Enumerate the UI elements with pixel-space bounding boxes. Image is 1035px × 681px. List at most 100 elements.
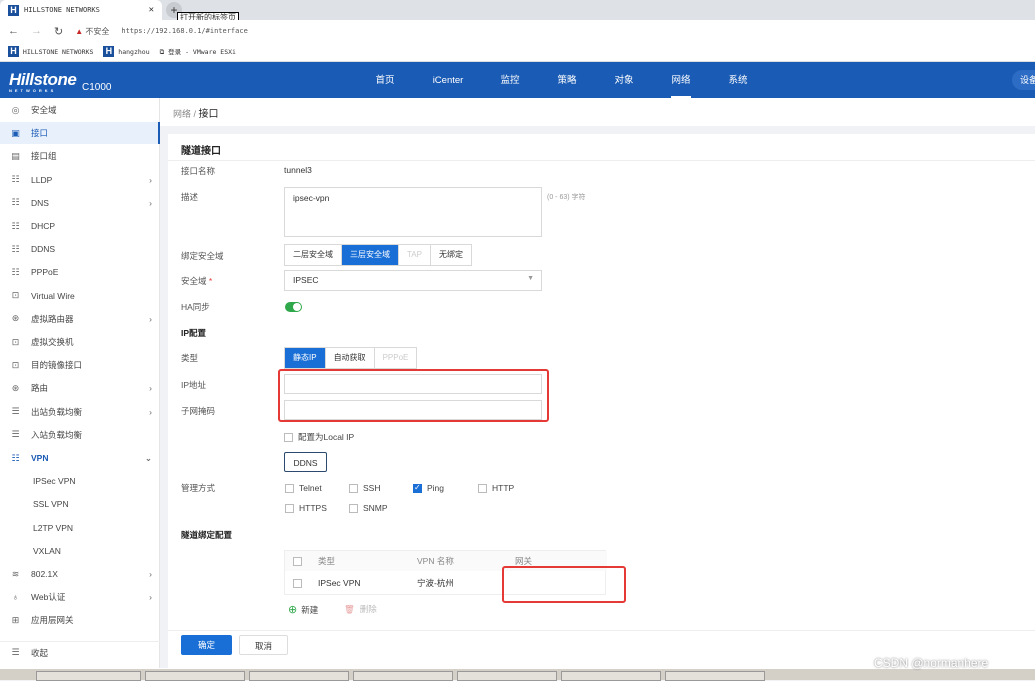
sidebar-item[interactable]: ☰ 出站负载均衡 › xyxy=(0,401,160,423)
nav-policy[interactable]: 策略 xyxy=(547,62,587,98)
sidebar-item[interactable]: ☷ VPN ⌄ xyxy=(0,447,160,469)
mgmt-checkbox-http[interactable]: HTTP xyxy=(478,483,514,493)
sidebar-item[interactable]: ⊡ Virtual Wire xyxy=(0,285,160,307)
sidebar-item[interactable]: ⊞ 应用层网关 xyxy=(0,609,160,631)
bookmarks-bar: H HILLSTONE NETWORKS H hangzhou ⧉ 登录 - V… xyxy=(0,42,1035,62)
select-all-checkbox[interactable] xyxy=(293,551,307,571)
table-cell: IPSec VPN xyxy=(318,578,361,588)
sidebar-item[interactable]: SSL VPN xyxy=(0,493,160,515)
close-tab-icon[interactable]: ✕ xyxy=(149,5,154,15)
sidebar-item[interactable]: ☰ 入站负载均衡 xyxy=(0,424,160,446)
mgmt-checkbox-https[interactable]: HTTPS xyxy=(285,503,327,513)
mgmt-checkbox-ping[interactable]: Ping xyxy=(413,483,444,493)
nav-object[interactable]: 对象 xyxy=(604,62,644,98)
menu-icon: ☰ xyxy=(11,406,20,417)
collapse-sidebar-button[interactable]: ☰ 收起 xyxy=(0,641,160,663)
collapse-icon: ☰ xyxy=(11,647,20,657)
sidebar: ☰ 收起 ◎ 安全域 ▣ 接口 ▤ 接口组 ☷ LLDP › ☷ DNS › ☷ DHCP ☷ DDNS ☷ PPP… xyxy=(0,98,160,668)
table-cell: 宁波-杭州 xyxy=(417,578,454,588)
bind-none-option[interactable]: 无绑定 xyxy=(431,245,471,265)
ha-sync-toggle[interactable] xyxy=(285,302,302,312)
sidebar-item[interactable]: ☷ DNS › xyxy=(0,192,160,214)
mask-label: 子网掩码 xyxy=(181,406,216,416)
sidebar-item[interactable]: ⊛ 虚拟路由器 › xyxy=(0,308,160,330)
tunnel-section-title: 隧道绑定配置 xyxy=(181,530,233,540)
sidebar-item-label: L2TP VPN xyxy=(33,522,74,533)
sidebar-item[interactable]: ⊛ 路由 › xyxy=(0,377,160,399)
bind-layer3-option[interactable]: 三层安全域 xyxy=(342,245,399,265)
menu-icon: ☷ xyxy=(11,243,20,254)
dhcp-option[interactable]: 自动获取 xyxy=(326,348,375,368)
menu-icon: ▤ xyxy=(11,150,20,161)
ddns-button[interactable]: DDNS xyxy=(284,452,327,472)
warning-icon: ▲ 不安全 xyxy=(75,26,110,36)
nav-home[interactable]: 首页 xyxy=(365,62,405,98)
device-button[interactable]: 设备 xyxy=(1012,70,1035,90)
menu-icon: ☷ xyxy=(11,220,20,231)
sidebar-item-label: 路由 xyxy=(31,383,49,394)
mgmt-checkbox-telnet[interactable]: Telnet xyxy=(285,483,322,493)
row-checkbox[interactable] xyxy=(293,571,307,596)
nav-network[interactable]: 网络 xyxy=(661,62,701,98)
sidebar-item-label: LLDP xyxy=(31,174,53,185)
form-title: 隧道接口 xyxy=(181,146,221,157)
watermark: CSDN @normanhere xyxy=(874,656,989,670)
sidebar-item[interactable]: ☷ PPPoE xyxy=(0,261,160,283)
sidebar-item[interactable]: IPSec VPN xyxy=(0,470,160,492)
static-ip-option[interactable]: 静态IP xyxy=(285,348,326,368)
breadcrumb: 网络 / 接口 xyxy=(160,98,1035,126)
chevron-icon: › xyxy=(149,406,152,417)
menu-icon: ⊞ xyxy=(11,614,20,625)
bookmark[interactable]: H hangzhou xyxy=(103,46,150,57)
sidebar-item[interactable]: ⊡ 目的镜像接口 xyxy=(0,354,160,376)
bookmark[interactable]: ⧉ 登录 - VMware ESXi xyxy=(160,46,236,57)
nav-system[interactable]: 系统 xyxy=(718,62,758,98)
sidebar-item-label: 应用层网关 xyxy=(31,615,74,626)
url-field[interactable]: https://192.168.0.1/#interface xyxy=(121,27,247,35)
tab-title: HILLSTONE NETWORKS xyxy=(24,6,100,14)
sidebar-item[interactable]: ≋ 802.1X › xyxy=(0,563,160,585)
chevron-icon: › xyxy=(149,569,152,579)
sidebar-item[interactable]: ☷ DHCP xyxy=(0,215,160,237)
name-label: 接口名称 xyxy=(181,166,216,176)
breadcrumb-parent[interactable]: 网络 xyxy=(173,109,191,119)
ok-button[interactable]: 确定 xyxy=(181,635,232,655)
required-mark: * xyxy=(208,276,213,286)
desc-hint: (0 - 63) 字符 xyxy=(547,194,586,201)
local-ip-checkbox[interactable]: 配置为Local IP xyxy=(284,431,354,443)
trash-icon: 🗑 xyxy=(344,603,355,614)
sidebar-item-label: 目的镜像接口 xyxy=(31,360,83,371)
sidebar-item-label: VXLAN xyxy=(33,545,61,556)
sidebar-item[interactable]: VXLAN xyxy=(0,540,160,562)
sidebar-item-label: DNS xyxy=(31,197,49,208)
interface-name-value: tunnel3 xyxy=(284,165,312,175)
cancel-button[interactable]: 取消 xyxy=(239,635,288,655)
zone-select[interactable]: IPSEC ▼ xyxy=(284,270,542,291)
reload-icon[interactable]: ↻ xyxy=(54,25,63,38)
sidebar-item[interactable]: ▤ 接口组 xyxy=(0,145,160,167)
bind-layer2-option[interactable]: 二层安全域 xyxy=(285,245,342,265)
sidebar-item[interactable]: ♁ Web认证 › xyxy=(0,586,160,608)
sidebar-item[interactable]: ☷ LLDP › xyxy=(0,169,160,191)
menu-icon: ⊛ xyxy=(11,313,20,324)
sidebar-item[interactable]: ▣ 接口 xyxy=(0,122,160,145)
sidebar-item-label: DHCP xyxy=(31,221,56,231)
sidebar-item-label: SSL VPN xyxy=(33,499,69,510)
sidebar-item[interactable]: ◎ 安全域 xyxy=(0,99,160,121)
browser-tab[interactable]: H HILLSTONE NETWORKS ✕ xyxy=(0,0,162,20)
sidebar-item[interactable]: L2TP VPN xyxy=(0,517,160,539)
forward-icon[interactable]: → xyxy=(31,25,42,37)
add-button[interactable]: ⊕ 新建 xyxy=(288,603,318,616)
description-textarea[interactable]: ipsec-vpn xyxy=(284,187,542,237)
bookmark[interactable]: H HILLSTONE NETWORKS xyxy=(8,46,93,57)
nav-icenter[interactable]: iCenter xyxy=(423,62,473,98)
mgmt-checkbox-snmp[interactable]: SNMP xyxy=(349,503,388,513)
sidebar-item[interactable]: ⊡ 虚拟交换机 xyxy=(0,331,160,353)
mgmt-checkbox-ssh[interactable]: SSH xyxy=(349,483,380,493)
bind-zone-segmented: 二层安全域 三层安全域 TAP 无绑定 xyxy=(284,244,472,266)
sidebar-item-label: VPN xyxy=(31,453,49,463)
nav-monitor[interactable]: 监控 xyxy=(490,62,530,98)
back-icon[interactable]: ← xyxy=(8,25,19,37)
menu-icon: ▣ xyxy=(11,127,20,138)
sidebar-item[interactable]: ☷ DDNS xyxy=(0,238,160,260)
